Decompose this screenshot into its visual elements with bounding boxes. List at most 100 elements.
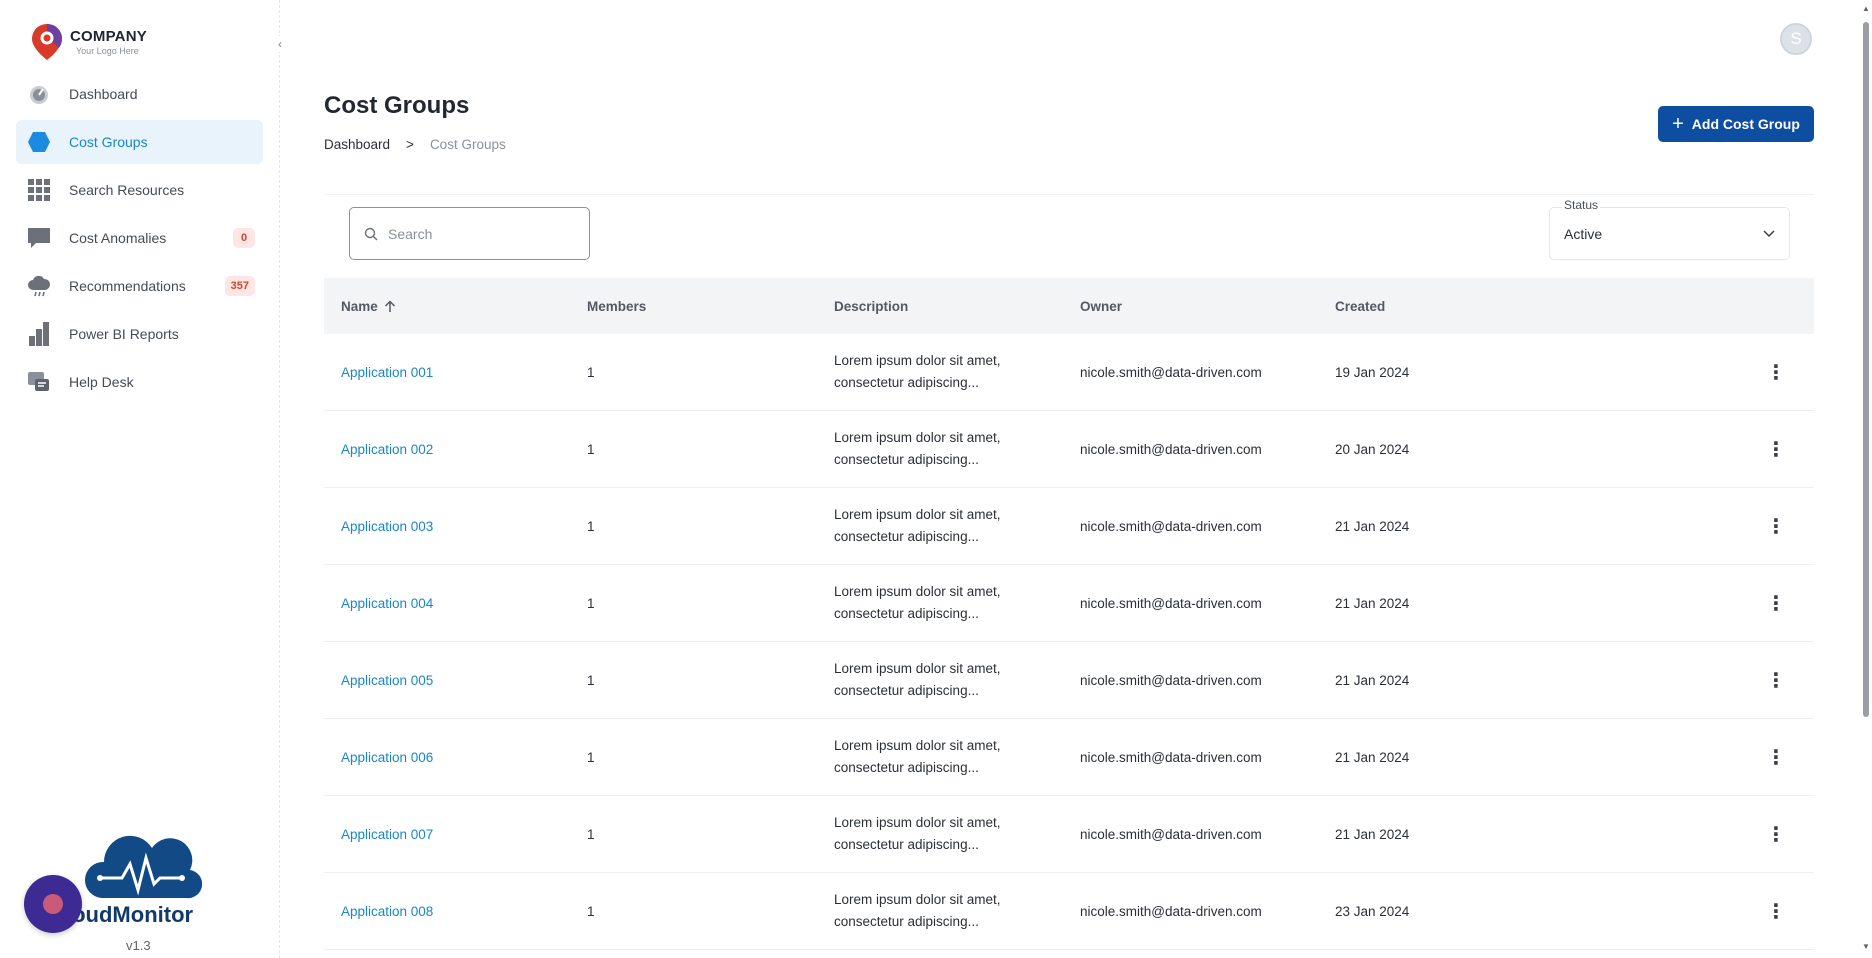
plus-icon: +	[1672, 113, 1684, 135]
sidebar-item-dashboard[interactable]: Dashboard	[16, 72, 263, 116]
breadcrumb-current: Cost Groups	[429, 137, 506, 152]
more-options-icon[interactable]: ⋮	[1764, 514, 1788, 538]
status-value: Active	[1564, 225, 1603, 242]
grid-icon	[27, 178, 51, 202]
column-header-name-label: Name	[341, 298, 378, 314]
description-line: consectetur adipiscing...	[834, 606, 979, 621]
scroll-down-icon[interactable]: ▼	[1862, 942, 1870, 951]
owner-email: nicole.smith@data-driven.com	[1080, 595, 1262, 611]
cost-group-name-link[interactable]: Application 004	[341, 596, 433, 611]
more-options-icon[interactable]: ⋮	[1764, 360, 1788, 384]
description-cell: Lorem ipsum dolor sit amet, consectetur a…	[834, 581, 1001, 625]
table-row: Application 002 1 Lorem ipsum dolor sit …	[324, 411, 1814, 488]
cloud-icon	[27, 274, 51, 298]
scrollbar-thumb[interactable]	[1863, 22, 1869, 717]
cost-group-name-link[interactable]: Application 003	[341, 519, 433, 534]
column-header-created[interactable]: Created	[1335, 299, 1385, 314]
description-line: Lorem ipsum dolor sit amet,	[834, 738, 1001, 753]
description-line: consectetur adipiscing...	[834, 375, 979, 390]
company-logo[interactable]: COMPANY Your Logo Here	[30, 22, 147, 62]
breadcrumb-dashboard[interactable]: Dashboard	[324, 137, 390, 152]
column-header-description[interactable]: Description	[834, 299, 908, 314]
chat-dot-icon	[43, 894, 63, 914]
add-cost-group-button[interactable]: + Add Cost Group	[1658, 106, 1814, 142]
sidebar-item-label: Power BI Reports	[69, 326, 179, 342]
more-options-icon[interactable]: ⋮	[1764, 437, 1788, 461]
more-options-icon[interactable]: ⋮	[1764, 822, 1788, 846]
app-version: v1.3	[126, 938, 151, 953]
cloudmonitor-logo: loudMonitor	[66, 828, 226, 928]
description-line: Lorem ipsum dolor sit amet,	[834, 661, 1001, 676]
created-date: 21 Jan 2024	[1335, 749, 1410, 765]
company-tagline: Your Logo Here	[76, 46, 139, 56]
sidebar-item-label: Help Desk	[69, 374, 134, 390]
user-avatar[interactable]: S	[1780, 23, 1812, 55]
sidebar-item-label: Dashboard	[69, 86, 138, 102]
sidebar-item-label: Cost Anomalies	[69, 230, 167, 246]
description-line: Lorem ipsum dolor sit amet,	[834, 815, 1001, 830]
created-date: 20 Jan 2024	[1335, 441, 1410, 457]
sidebar-item-cost-groups[interactable]: Cost Groups	[16, 120, 263, 164]
sidebar-item-cost-anomalies[interactable]: Cost Anomalies 0	[16, 216, 263, 260]
table-row: Application 004 1 Lorem ipsum dolor sit …	[324, 565, 1814, 642]
description-line: Lorem ipsum dolor sit amet,	[834, 892, 1001, 907]
members-count: 1	[587, 364, 595, 380]
column-header-members[interactable]: Members	[587, 299, 646, 314]
search-input[interactable]	[388, 225, 578, 242]
description-cell: Lorem ipsum dolor sit amet, consectetur a…	[834, 889, 1001, 933]
owner-email: nicole.smith@data-driven.com	[1080, 903, 1262, 919]
sidebar-item-label: Cost Groups	[69, 134, 148, 150]
table-row: Application 008 1 Lorem ipsum dolor sit …	[324, 873, 1814, 950]
table-header: Name Members Description Owner Created	[324, 278, 1814, 334]
chevron-left-icon[interactable]: ‹	[272, 36, 288, 52]
description-line: consectetur adipiscing...	[834, 837, 979, 852]
status-dropdown[interactable]: Active	[1549, 207, 1790, 260]
created-date: 23 Jan 2024	[1335, 903, 1410, 919]
description-cell: Lorem ipsum dolor sit amet, consectetur a…	[834, 350, 1001, 394]
cost-group-name-link[interactable]: Application 006	[341, 750, 433, 765]
description-cell: Lorem ipsum dolor sit amet, consectetur a…	[834, 504, 1001, 548]
chevron-down-icon	[1763, 229, 1775, 237]
description-line: consectetur adipiscing...	[834, 452, 979, 467]
page-scrollbar[interactable]: ▲ ▼	[1860, 0, 1872, 958]
cost-group-name-link[interactable]: Application 005	[341, 673, 433, 688]
more-options-icon[interactable]: ⋮	[1764, 591, 1788, 615]
help-desk-icon	[27, 370, 51, 394]
cost-group-name-link[interactable]: Application 007	[341, 827, 433, 842]
recommendations-count-badge: 357	[224, 276, 255, 296]
sidebar-item-recommendations[interactable]: Recommendations 357	[16, 264, 263, 308]
sidebar-item-power-bi-reports[interactable]: Power BI Reports	[16, 312, 263, 356]
more-options-icon[interactable]: ⋮	[1764, 745, 1788, 769]
scroll-up-icon[interactable]: ▲	[1862, 4, 1870, 13]
page-title: Cost Groups	[324, 92, 470, 119]
sidebar-item-search-resources[interactable]: Search Resources	[16, 168, 263, 212]
owner-email: nicole.smith@data-driven.com	[1080, 826, 1262, 842]
column-header-name[interactable]: Name	[341, 299, 396, 314]
column-header-owner[interactable]: Owner	[1080, 299, 1122, 314]
members-count: 1	[587, 595, 595, 611]
sidebar-item-help-desk[interactable]: Help Desk	[16, 360, 263, 404]
description-cell: Lorem ipsum dolor sit amet, consectetur a…	[834, 427, 1001, 471]
chat-icon	[27, 226, 51, 250]
description-line: consectetur adipiscing...	[834, 529, 979, 544]
owner-email: nicole.smith@data-driven.com	[1080, 672, 1262, 688]
cost-group-name-link[interactable]: Application 001	[341, 365, 433, 380]
members-count: 1	[587, 749, 595, 765]
table-body: Application 001 1 Lorem ipsum dolor sit …	[324, 334, 1814, 950]
more-options-icon[interactable]: ⋮	[1764, 899, 1788, 923]
members-count: 1	[587, 441, 595, 457]
more-options-icon[interactable]: ⋮	[1764, 668, 1788, 692]
search-field[interactable]	[349, 207, 590, 260]
owner-email: nicole.smith@data-driven.com	[1080, 518, 1262, 534]
description-line: consectetur adipiscing...	[834, 760, 979, 775]
anomalies-count-badge: 0	[233, 228, 255, 248]
description-line: Lorem ipsum dolor sit amet,	[834, 584, 1001, 599]
table-row: Application 007 1 Lorem ipsum dolor sit …	[324, 796, 1814, 873]
description-line: Lorem ipsum dolor sit amet,	[834, 353, 1001, 368]
description-line: consectetur adipiscing...	[834, 914, 979, 929]
table-row: Application 001 1 Lorem ipsum dolor sit …	[324, 334, 1814, 411]
chat-widget-button[interactable]	[24, 875, 82, 933]
cost-group-name-link[interactable]: Application 002	[341, 442, 433, 457]
cost-group-name-link[interactable]: Application 008	[341, 904, 433, 919]
sidebar-item-label: Search Resources	[69, 182, 185, 198]
